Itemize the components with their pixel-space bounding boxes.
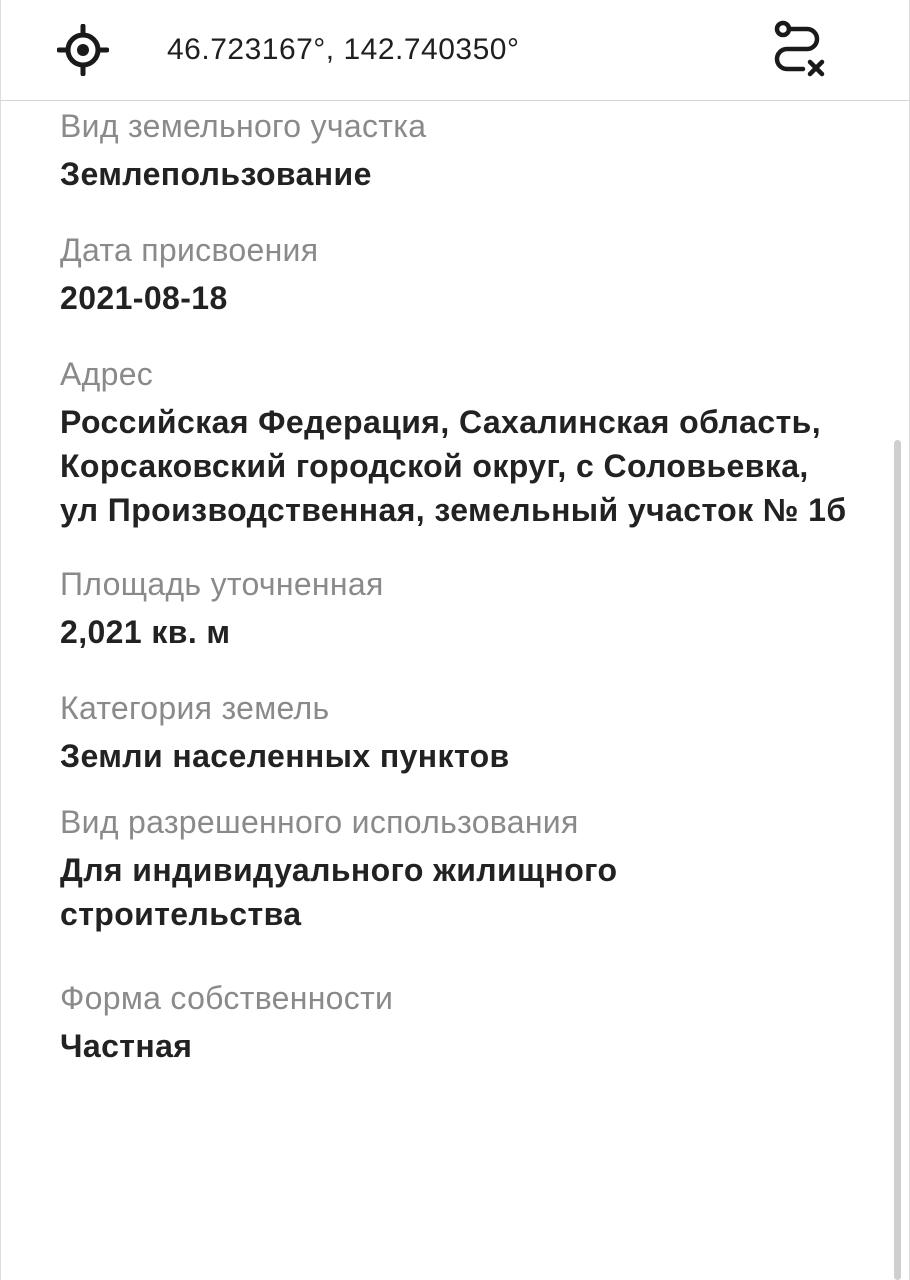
field-value: 2021-08-18 [60,280,228,316]
field-label: Площадь уточненная [60,566,384,602]
parcel-details: Вид земельного участка Землепользование … [60,104,860,1068]
field-land-type: Вид земельного участка Землепользование [60,104,860,196]
field-label: Адрес [60,356,154,392]
field-value: Землепользование [60,156,372,192]
route-clear-icon [774,20,825,77]
field-land-category: Категория земель Земли населенных пункто… [60,686,860,778]
field-address: Адрес Российская Федерация, Сахалинская … [60,352,860,532]
field-value: Земли населенных пунктов [60,738,510,774]
field-label: Дата присвоения [60,232,319,268]
field-area: Площадь уточненная 2,021 кв. м [60,562,860,654]
field-value: Частная [60,1028,193,1064]
field-value: Российская Федерация, Сахалинская област… [60,404,847,528]
locate-button[interactable] [55,22,111,78]
coordinates-text: 46.723167°, 142.740350° [167,33,520,66]
field-label: Форма собственности [60,980,394,1016]
field-permitted-use: Вид разрешенного использования Для индив… [60,800,860,936]
field-label: Вид земельного участка [60,108,427,144]
field-ownership: Форма собственности Частная [60,976,860,1068]
route-clear-button[interactable] [766,18,832,84]
field-value: Для индивидуального жилищного строительс… [60,852,618,932]
field-assignment-date: Дата присвоения 2021-08-18 [60,228,860,320]
field-value: 2,021 кв. м [60,614,231,650]
parcel-info-screen: 46.723167°, 142.740350° Вид земельного у… [0,0,910,1280]
scrollbar[interactable] [894,440,901,1280]
field-label: Категория земель [60,690,330,726]
field-label: Вид разрешенного использования [60,804,579,840]
crosshair-icon [57,24,109,76]
top-bar: 46.723167°, 142.740350° [1,0,909,101]
